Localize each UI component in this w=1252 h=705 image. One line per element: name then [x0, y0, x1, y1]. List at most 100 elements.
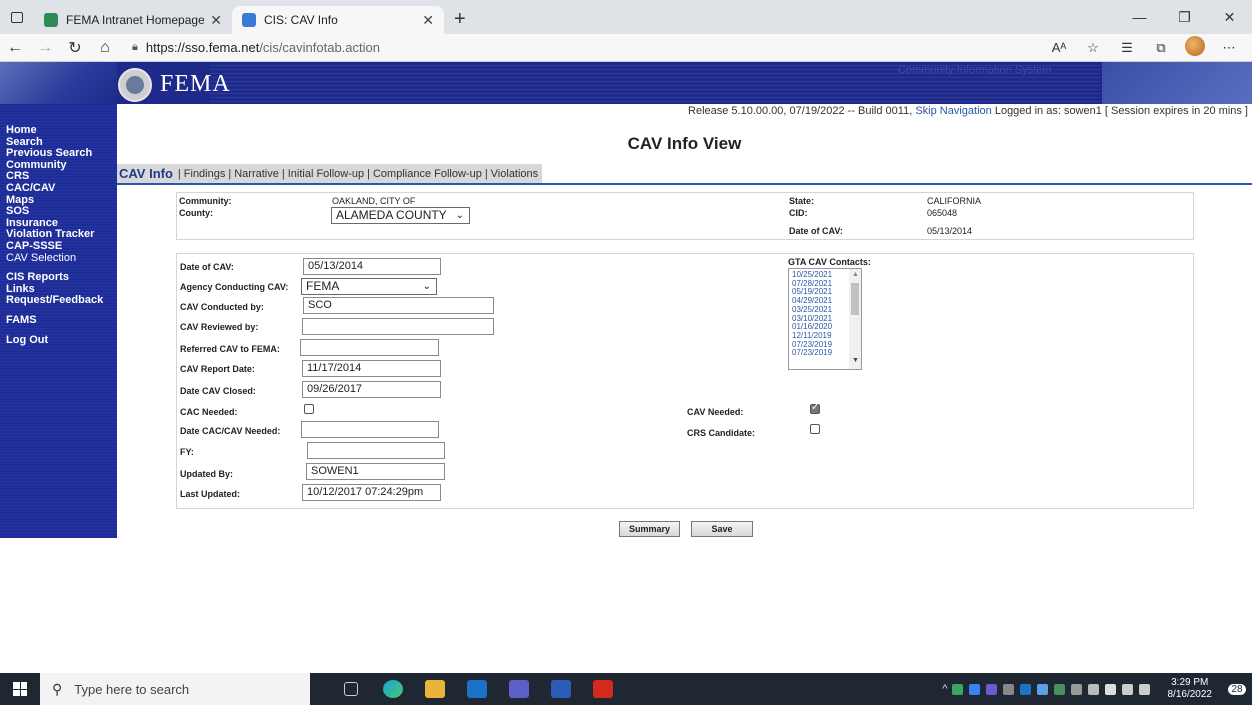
system-name: Community Information System	[898, 64, 1052, 76]
conducted-by-input[interactable]: SCO	[303, 297, 494, 314]
scroll-up-icon[interactable]: ▲	[852, 271, 859, 278]
nav-log-out[interactable]: Log Out	[0, 334, 117, 347]
task-view-icon[interactable]	[330, 673, 372, 705]
report-date-input[interactable]: 11/17/2014	[302, 360, 441, 377]
gta-contacts-listbox[interactable]: 10/25/2021 07/28/2021 05/19/2021 04/29/2…	[788, 268, 862, 370]
acrobat-icon[interactable]	[582, 673, 624, 705]
tab-narrative[interactable]: Narrative	[234, 168, 279, 180]
teams-tray-icon[interactable]	[985, 683, 997, 695]
tab-separator: |	[281, 167, 285, 180]
scrollbar-thumb[interactable]	[851, 283, 859, 315]
url-host: https://sso.fema.net	[145, 40, 260, 55]
fema-favicon-icon	[44, 13, 58, 27]
date-of-cav-field-label: Date of CAV:	[180, 262, 234, 272]
onedrive-icon[interactable]	[1036, 683, 1048, 695]
fy-input[interactable]	[307, 442, 445, 459]
reviewed-by-input[interactable]	[302, 318, 494, 335]
county-label: County:	[179, 208, 213, 218]
date-of-cav-value: 05/13/2014	[927, 226, 973, 236]
edge-icon[interactable]	[372, 673, 414, 705]
new-tab-button[interactable]: +	[444, 4, 476, 34]
file-explorer-icon[interactable]	[414, 673, 456, 705]
last-updated-input[interactable]: 10/12/2017 07:24:29pm	[302, 484, 441, 501]
nav-cap-ssse[interactable]: CAP-SSSE	[0, 240, 117, 253]
cav-needed-checkbox[interactable]	[810, 402, 820, 414]
nav-home[interactable]: Home	[0, 124, 117, 137]
browser-tab-cis-cav-info[interactable]: CIS: CAV Info ✕	[232, 6, 444, 34]
release-status-line: Release 5.10.00.00, 07/19/2022 -- Build …	[688, 105, 1248, 117]
tab-actions-icon[interactable]	[0, 0, 34, 34]
nav-cav-selection[interactable]: CAV Selection	[0, 252, 117, 265]
forward-icon[interactable]: →	[30, 39, 60, 57]
read-aloud-icon[interactable]: Aᴬ	[1042, 40, 1076, 55]
nav-request-feedback[interactable]: Request/Feedback	[0, 295, 117, 307]
clock-date: 8/16/2022	[1167, 689, 1213, 700]
back-icon[interactable]: ←	[0, 39, 30, 57]
agency-select-value: FEMA	[306, 279, 340, 293]
date-cac-cav-needed-input[interactable]	[301, 421, 439, 438]
county-select[interactable]: ALAMEDA COUNTY ⌄	[331, 207, 470, 224]
save-button[interactable]: Save	[691, 521, 753, 537]
tab-initial-follow-up[interactable]: Initial Follow-up	[288, 168, 364, 180]
volume-icon[interactable]	[1138, 683, 1150, 695]
dhs-seal-icon	[118, 68, 152, 102]
search-icon: ⚲	[52, 680, 63, 697]
favorite-star-icon[interactable]: ☆	[1076, 40, 1110, 56]
tray-app-icon[interactable]	[1087, 683, 1099, 695]
summary-button[interactable]: Summary	[619, 521, 680, 537]
teams-icon[interactable]	[498, 673, 540, 705]
refresh-icon[interactable]: ↻	[60, 38, 90, 58]
tab-violations[interactable]: Violations	[491, 168, 539, 180]
notifications-icon[interactable]: 28	[1222, 673, 1252, 705]
tab-cav-info[interactable]: CAV Info	[117, 166, 175, 181]
left-navigation: Home Search Previous Search Community CR…	[0, 104, 117, 538]
tab-compliance-follow-up[interactable]: Compliance Follow-up	[373, 168, 482, 180]
close-tab-icon[interactable]: ✕	[422, 12, 434, 29]
nav-sos[interactable]: SOS	[0, 206, 117, 218]
show-hidden-icons-icon[interactable]: ^	[938, 683, 951, 695]
restore-icon[interactable]: ❐	[1162, 0, 1207, 34]
word-icon[interactable]	[540, 673, 582, 705]
referred-input[interactable]	[300, 339, 439, 356]
clock[interactable]: 3:29 PM 8/16/2022	[1168, 677, 1213, 701]
favorites-list-icon[interactable]: ☰	[1110, 40, 1144, 56]
tab-findings[interactable]: Findings	[184, 168, 226, 180]
scroll-down-icon[interactable]: ▼	[852, 357, 859, 364]
nav-cis-reports[interactable]: CIS Reports	[0, 272, 117, 284]
browser-tab-fema-intranet[interactable]: FEMA Intranet Homepage ✕	[34, 6, 232, 34]
network-icon[interactable]	[1121, 683, 1133, 695]
close-tab-icon[interactable]: ✕	[210, 12, 222, 29]
bluetooth-icon[interactable]	[968, 683, 980, 695]
clipboard-icon[interactable]	[1070, 683, 1082, 695]
cid-label: CID:	[789, 208, 808, 218]
updated-by-input[interactable]: SOWEN1	[306, 463, 445, 480]
start-button[interactable]	[0, 673, 40, 705]
contacts-scrollbar[interactable]: ▲ ▼	[849, 269, 861, 369]
nav-fams[interactable]: FAMS	[0, 314, 117, 327]
battery-icon[interactable]	[1104, 683, 1116, 695]
conducted-by-label: CAV Conducted by:	[180, 302, 264, 312]
profile-avatar[interactable]	[1178, 36, 1212, 59]
nav-cac-cav[interactable]: CAC/CAV	[0, 182, 117, 195]
lock-icon[interactable]: 🔒︎	[132, 41, 138, 54]
outlook-tray-icon[interactable]	[1019, 683, 1031, 695]
skip-navigation-link[interactable]: Skip Navigation	[915, 105, 991, 117]
date-of-cav-input[interactable]: 05/13/2014	[303, 258, 441, 275]
home-icon[interactable]: ⌂	[90, 39, 120, 57]
cis-favicon-icon	[242, 13, 256, 27]
cac-needed-checkbox[interactable]	[304, 404, 314, 414]
tray-app-icon[interactable]	[1053, 683, 1065, 695]
crs-candidate-checkbox[interactable]	[810, 424, 820, 434]
taskbar-search[interactable]: ⚲ Type here to search	[40, 673, 310, 705]
collections-icon[interactable]: ⧉	[1144, 40, 1178, 56]
minimize-icon[interactable]: —	[1117, 0, 1162, 34]
tray-app-icon[interactable]	[1002, 683, 1014, 695]
cid-value: 065048	[927, 208, 958, 218]
close-window-icon[interactable]: ✕	[1207, 0, 1252, 34]
more-options-icon[interactable]: ⋯	[1212, 40, 1246, 56]
tray-app-icon[interactable]	[951, 683, 963, 695]
outlook-icon[interactable]	[456, 673, 498, 705]
agency-select[interactable]: FEMA ⌄	[301, 278, 437, 295]
url-field[interactable]: 🔒︎ https://sso.fema.net/cis/cavinfotab.a…	[132, 40, 1042, 55]
date-closed-input[interactable]: 09/26/2017	[302, 381, 441, 398]
